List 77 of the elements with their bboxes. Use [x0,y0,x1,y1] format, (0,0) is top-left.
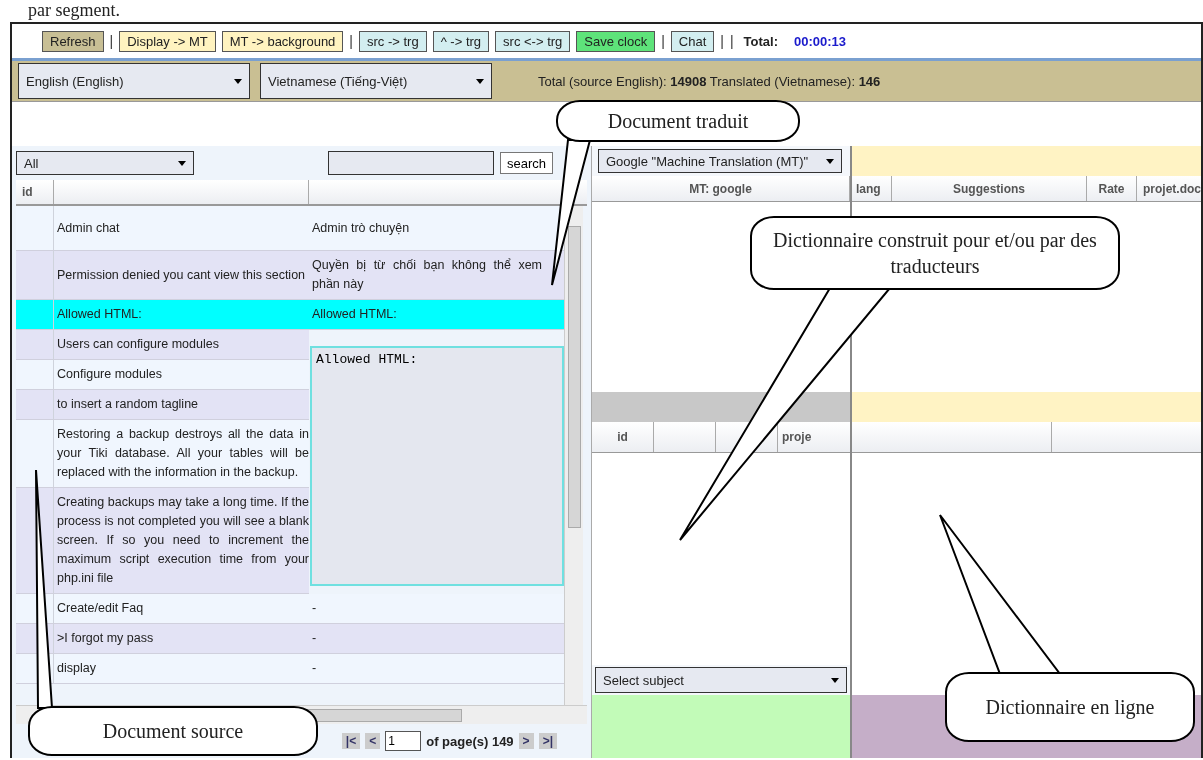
pipe-separator: | [729,33,734,49]
segment-row[interactable]: Creating backups may take a long time. If the process is not completed you will see a blank screen. If so you need to increment the maximum script execution time from your php.ini file [16,488,309,594]
segment-row[interactable]: >I forgot my pass - [16,624,564,654]
column-header[interactable]: id [16,180,54,204]
filter-select[interactable]: All [16,151,194,175]
callout-tooltip: Document source [28,706,318,756]
toolbar-button[interactable]: Display -> MT [119,30,216,52]
source-text: Admin chat [56,219,121,237]
search-field[interactable] [327,151,494,175]
pipe-separator: | [720,33,724,49]
subject-select[interactable]: Select subject [595,667,847,693]
toolbar-button[interactable]: ^ -> trg [432,30,490,52]
segment-row[interactable]: Restoring a backup destroys all the data in your Tiki database. All your tables will be replaced with the information in the backup. [16,420,309,488]
first-page-button[interactable]: |< [341,733,361,749]
mt-engine-select[interactable]: Google "Machine Translation (MT)" [598,149,842,173]
caret-icon [178,160,186,166]
source-text: Users can configure modules [56,336,220,353]
toolbar-button[interactable]: Refresh [42,30,104,52]
toolbar-button[interactable]: src <-> trg [495,30,571,52]
translation-stats: Total (source English): 14908 Translated (Vietnamese): 146 [538,73,881,89]
toolbar-button[interactable]: MT -> background [221,30,344,52]
target-text: - [311,630,318,647]
page-count: of page(s) 149 [426,733,514,749]
segment-row[interactable]: Admin chat Admin trò chuyện [16,206,564,251]
pipe-separator: | [109,33,114,49]
target-text: Quyền bị từ chối bạn không thể xem phần này [311,257,543,293]
caret-icon [826,158,834,164]
page-text: par segment. [27,0,121,22]
segment-row[interactable]: to insert a random tagline [16,390,309,420]
column-header[interactable]: id [592,422,654,452]
total-label: Total: [743,33,778,49]
caret-icon [476,78,484,84]
last-page-button[interactable]: >| [538,733,557,749]
source-text: Restoring a backup destroys all the data in your Tiki database. All your tables will be replaced with the information in the backup. [56,426,309,481]
caret-icon [234,78,242,84]
search-button[interactable]: search [499,152,553,174]
toolbar-button[interactable]: src -> trg [359,30,427,52]
pipe-separator: | [661,33,665,49]
total-time: 00:00:13 [794,33,847,49]
source-text: >I forgot my pass [56,630,155,647]
column-header[interactable]: projet.doc [1137,176,1201,201]
segment-row[interactable]: display - [16,654,564,684]
callout-tooltip: Document traduit [556,100,800,142]
segment-row[interactable]: Create/edit Faq - [16,594,564,624]
column-header[interactable]: MT: google [592,176,850,201]
source-text: Create/edit Faq [56,600,145,617]
pipe-separator: | [349,33,353,49]
next-page-button[interactable]: > [518,733,534,749]
caret-icon [831,677,839,683]
toolbar-button[interactable]: Save clock [576,30,656,52]
callout-tooltip: Dictionnaire en ligne [945,672,1195,742]
source-text: Creating backups may take a long time. If the process is not completed you will see a blank screen. If so you need to increment the maximum script execution time from your php.ini file [56,494,309,587]
vertical-scrollbar[interactable] [564,206,583,705]
previous-page-button[interactable]: < [365,733,381,749]
segment-row[interactable]: Configure modules [16,360,309,390]
segment-row[interactable]: Permission denied you cant view this section Quyền bị từ chối bạn không thể xem phần này [16,251,564,300]
page-field[interactable]: 1 [385,731,422,751]
source-text: Configure modules [56,366,163,383]
segment-row[interactable]: Allowed HTML: Allowed HTML: [16,300,564,330]
callout-tooltip: Dictionnaire construit pour et/ou par des traducteurs [750,216,1120,290]
target-text: Admin trò chuyện [311,219,411,237]
target-text: Allowed HTML: [311,306,398,323]
source-text: to insert a random tagline [56,396,200,413]
target-text: - [311,600,318,617]
column-header[interactable]: proje [778,422,850,452]
target-language-select[interactable]: Vietnamese (Tiếng-Việt) [260,63,492,99]
source-language-select[interactable]: English (English) [18,63,250,99]
translation-editor[interactable]: Allowed HTML: [310,346,564,586]
column-header[interactable]: Suggestions [892,176,1087,201]
source-text: Allowed HTML: [56,306,143,323]
source-text: display [56,660,97,677]
toolbar-button[interactable]: Chat [670,30,715,52]
target-text: - [311,660,318,677]
column-header[interactable]: lang [852,176,892,201]
source-text: Permission denied you cant view this section [56,266,307,284]
segment-row[interactable]: Users can configure modules [16,330,309,360]
column-header[interactable]: Rate [1087,176,1137,201]
